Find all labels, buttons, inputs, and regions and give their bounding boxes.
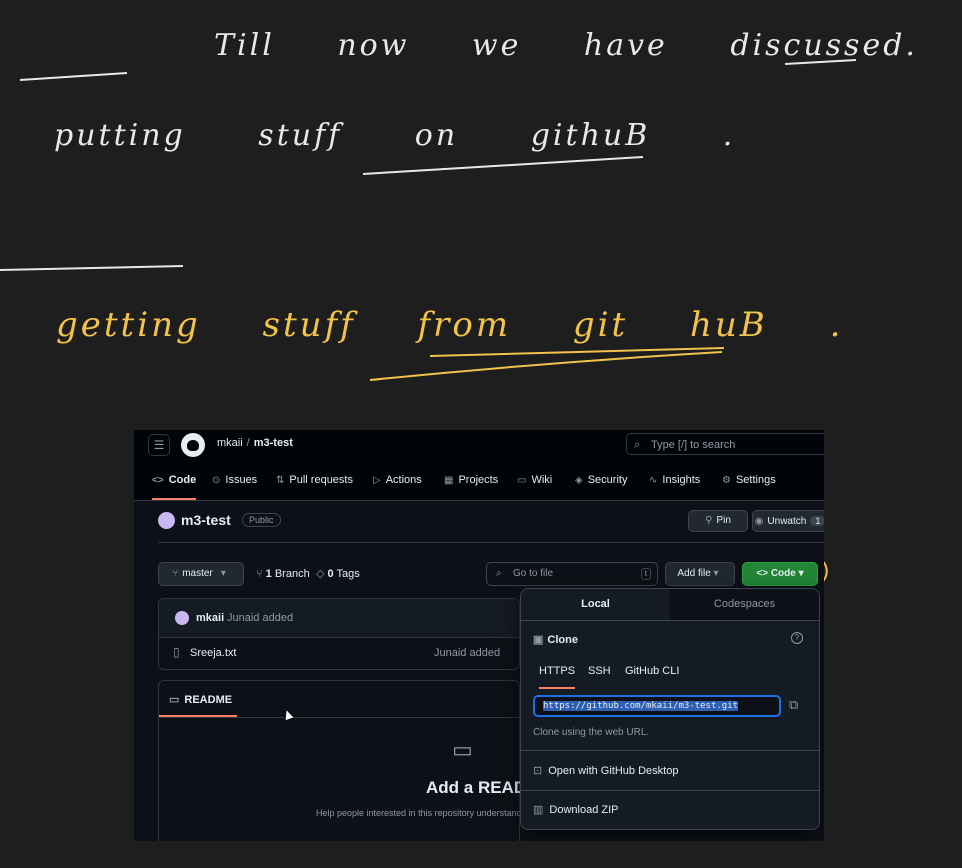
dash-stroke-2 [0,265,184,271]
play-icon: ▷ [373,475,381,486]
search-input[interactable]: ⌕ Type [/] to search [626,433,824,455]
code-icon: <> [756,568,771,579]
breadcrumb: mkaii / m3-test [217,437,293,449]
download-zip-item[interactable]: ▥ Download ZIP [533,803,619,816]
clone-heading: ▣ Clone [533,634,578,646]
desktop-download-icon: ⊡ [533,765,543,777]
menu-icon[interactable]: ☰ [148,434,170,456]
chevron-down-icon: ▾ [220,568,226,579]
commit-author[interactable]: mkaii [196,612,224,624]
tab-https[interactable]: HTTPS [539,665,576,689]
clone-popover: Local Codespaces ▣ Clone ? HTTPS SSH GitH… [520,588,820,830]
tab-readme[interactable]: ▭ README [169,693,232,706]
tab-codespaces[interactable]: Codespaces [670,589,819,620]
tab-actions[interactable]: ▷ Actions [373,468,422,498]
book-icon: ▭ [517,475,527,486]
repo-tabs: <> Code ⊙ Issues ⇅ Pull requests ▷ Actions ▦… [134,468,824,500]
tab-code[interactable]: <> Code [152,468,197,500]
note-line-3: getting stuff from git huB . [56,305,844,345]
gear-icon: ⚙ [722,475,731,486]
go-to-file-input[interactable]: ⌕ Go to file t [486,562,658,586]
github-logo-icon[interactable] [181,433,205,457]
add-readme-heading: Add a READ [426,778,527,797]
pin-button[interactable]: ⚲ Pin [688,510,748,532]
note-line-2: putting stuff on githuB . [54,118,736,153]
file-name[interactable]: Sreeja.txt [190,647,236,659]
repo-title: m3-test [181,512,231,528]
divider [521,750,819,751]
file-icon: ▯ [173,645,180,659]
chevron-down-icon: ▾ [713,568,719,579]
divider [159,717,519,718]
popover-tabs: Local Codespaces [521,589,819,621]
readme-help-text: Help people interested in this repositor… [316,808,522,818]
clone-hint: Clone using the web URL. [533,727,650,738]
terminal-icon: ▣ [533,634,544,646]
help-icon[interactable]: ? [791,632,803,644]
pin-icon: ⚲ [705,515,713,526]
code-button[interactable]: <> Code ▾ [742,562,818,586]
github-header: ☰ mkaii / m3-test ⌕ Type [/] to search <> Co… [134,430,824,501]
file-zip-icon: ▥ [533,804,544,816]
book-icon: ▭ [452,737,473,762]
chevron-down-icon: ▾ [798,568,804,579]
table-icon: ▦ [444,475,454,486]
owner-link[interactable]: mkaii [217,437,243,449]
commit-message[interactable]: Junaid added [227,612,293,624]
copy-icon[interactable]: ⧉ [789,697,798,713]
tag-icon: ◇ [316,568,328,580]
code-icon: <> [152,475,164,486]
shield-icon: ◈ [575,475,583,486]
divider [158,542,824,543]
file-commit-message[interactable]: Junaid added [434,647,500,659]
underline-from-github [369,351,723,381]
pull-request-icon: ⇅ [276,475,285,486]
avatar [158,512,175,529]
graph-icon: ∿ [649,475,658,486]
repo-header: m3-test Public ⚲ Pin ◉ Unwatch 1 [158,510,824,538]
issue-icon: ⊙ [212,475,221,486]
search-icon: ⌕ [634,439,641,451]
table-row[interactable]: ▯ Sreeja.txt Junaid added [159,638,519,668]
branch-icon: ⑂ [172,568,179,579]
visibility-badge: Public [242,513,281,527]
tab-settings[interactable]: ⚙ Settings [722,468,776,498]
underline-from-github-2 [429,347,725,357]
search-icon: ⌕ [496,568,502,579]
add-file-button[interactable]: Add file ▾ [665,562,735,586]
tab-ssh[interactable]: SSH [588,665,611,677]
dash-stroke-1 [19,72,128,81]
github-screenshot: ☰ mkaii / m3-test ⌕ Type [/] to search <> Co… [134,430,824,841]
underline-github [362,156,644,175]
branch-count-link[interactable]: ⑂ 1 Branch [256,562,310,586]
tab-security[interactable]: ◈ Security [575,468,627,498]
note-line-1: Till now we have discussed. [214,28,918,63]
branch-icon: ⑂ [256,568,266,580]
branch-select[interactable]: ⑂ master ▾ [158,562,244,586]
unwatch-button[interactable]: ◉ Unwatch 1 [752,510,824,532]
latest-commit-row: mkaii Junaid added [159,599,519,638]
tab-insights[interactable]: ∿ Insights [649,468,700,498]
tab-pull-requests[interactable]: ⇅ Pull requests [276,468,353,498]
tab-wiki[interactable]: ▭ Wiki [517,468,552,498]
file-list: mkaii Junaid added ▯ Sreeja.txt Junaid a… [158,598,520,670]
tags-link[interactable]: ◇ 0 Tags [316,562,360,586]
open-with-desktop-item[interactable]: ⊡ Open with GitHub Desktop [533,764,678,777]
divider [521,790,819,791]
book-icon: ▭ [169,694,180,706]
tab-projects[interactable]: ▦ Projects [444,468,498,498]
tab-issues[interactable]: ⊙ Issues [212,468,257,498]
clone-url-input[interactable]: https://github.com/mkaii/m3-test.git [533,695,781,717]
avatar [175,611,189,625]
tab-github-cli[interactable]: GitHub CLI [625,665,679,677]
repo-link[interactable]: m3-test [254,437,293,449]
eye-icon: ◉ [754,516,764,527]
tab-local[interactable]: Local [521,589,671,620]
